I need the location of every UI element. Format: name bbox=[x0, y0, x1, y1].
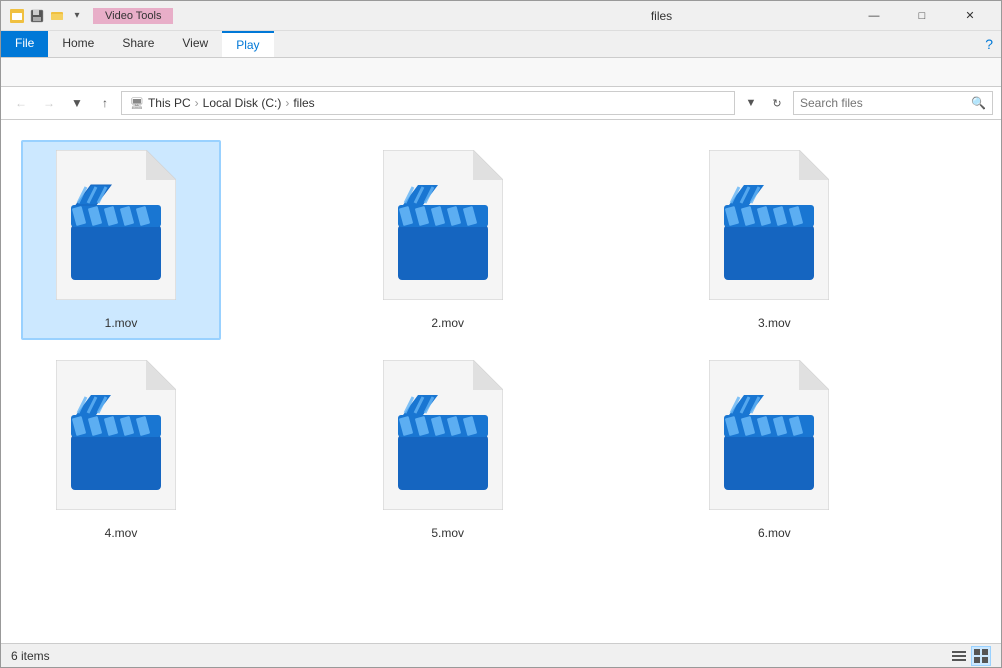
file-label-6: 6.mov bbox=[758, 526, 791, 540]
main-area: 1.mov bbox=[1, 120, 1001, 643]
video-tools-tab-label: Video Tools bbox=[93, 8, 173, 24]
list-item[interactable]: 4.mov bbox=[21, 350, 221, 550]
address-controls: ▼ ↻ bbox=[739, 91, 789, 115]
list-item[interactable]: 6.mov bbox=[674, 350, 874, 550]
maximize-button[interactable]: □ bbox=[899, 1, 945, 31]
file-label-1: 1.mov bbox=[105, 316, 138, 330]
list-view-button[interactable] bbox=[949, 646, 969, 666]
window-icon bbox=[9, 8, 25, 24]
ribbon-tab-row: File Home Share View Play ? bbox=[1, 31, 1001, 58]
file-icon-6 bbox=[709, 360, 839, 520]
content-area: 1.mov bbox=[1, 120, 1001, 643]
tab-home[interactable]: Home bbox=[48, 31, 108, 57]
back-button[interactable]: ← bbox=[9, 91, 33, 115]
dropdown-icon[interactable]: ▾ bbox=[69, 8, 85, 24]
address-path[interactable]: 🖥 This PC › Local Disk (C:) › files bbox=[121, 91, 735, 115]
search-box[interactable]: 🔍 bbox=[793, 91, 993, 115]
items-count: 6 items bbox=[11, 649, 50, 663]
new-folder-icon[interactable] bbox=[49, 8, 65, 24]
search-icon[interactable]: 🔍 bbox=[971, 96, 986, 110]
address-bar: ← → ▼ ↑ 🖥 This PC › Local Disk (C:) › fi… bbox=[1, 87, 1001, 120]
title-bar-quick-access: ▾ bbox=[9, 8, 85, 24]
file-icon-2 bbox=[383, 150, 513, 310]
file-label-2: 2.mov bbox=[431, 316, 464, 330]
tab-play[interactable]: Play bbox=[222, 31, 273, 57]
minimize-button[interactable]: — bbox=[851, 1, 897, 31]
up-button[interactable]: ↑ bbox=[93, 91, 117, 115]
grid-view-button[interactable] bbox=[971, 646, 991, 666]
title-bar: ▾ Video Tools files — □ ✕ bbox=[1, 1, 1001, 31]
file-icon-3 bbox=[709, 150, 839, 310]
help-button[interactable]: ? bbox=[977, 31, 1001, 57]
search-input[interactable] bbox=[800, 96, 967, 110]
path-local-disk[interactable]: Local Disk (C:) bbox=[203, 96, 282, 110]
ribbon-content bbox=[1, 58, 1001, 86]
list-item[interactable]: 2.mov bbox=[348, 140, 548, 340]
dropdown-path-button[interactable]: ▼ bbox=[739, 91, 763, 115]
file-label-4: 4.mov bbox=[105, 526, 138, 540]
title-ribbon-tabs: Video Tools bbox=[93, 8, 472, 24]
file-icon-4 bbox=[56, 360, 186, 520]
path-this-pc-icon: 🖥 bbox=[130, 97, 144, 110]
list-item[interactable]: 3.mov bbox=[674, 140, 874, 340]
file-label-3: 3.mov bbox=[758, 316, 791, 330]
window-title: files bbox=[472, 9, 851, 23]
tab-file[interactable]: File bbox=[1, 31, 48, 57]
path-files[interactable]: files bbox=[293, 96, 314, 110]
status-bar: 6 items bbox=[1, 643, 1001, 667]
list-item[interactable]: 5.mov bbox=[348, 350, 548, 550]
window-controls: — □ ✕ bbox=[851, 1, 993, 31]
tab-share[interactable]: Share bbox=[108, 31, 168, 57]
list-item[interactable]: 1.mov bbox=[21, 140, 221, 340]
path-this-pc[interactable]: This PC bbox=[148, 96, 191, 110]
file-icon-1 bbox=[56, 150, 186, 310]
view-toggles bbox=[949, 646, 991, 666]
ribbon: File Home Share View Play ? bbox=[1, 31, 1001, 87]
save-icon[interactable] bbox=[29, 8, 45, 24]
tab-view[interactable]: View bbox=[168, 31, 222, 57]
file-label-5: 5.mov bbox=[431, 526, 464, 540]
file-icon-5 bbox=[383, 360, 513, 520]
file-grid: 1.mov bbox=[11, 130, 991, 560]
path-sep-1: › bbox=[195, 96, 199, 110]
recent-locations-button[interactable]: ▼ bbox=[65, 91, 89, 115]
close-button[interactable]: ✕ bbox=[947, 1, 993, 31]
forward-button[interactable]: → bbox=[37, 91, 61, 115]
refresh-button[interactable]: ↻ bbox=[765, 91, 789, 115]
path-sep-2: › bbox=[285, 96, 289, 110]
